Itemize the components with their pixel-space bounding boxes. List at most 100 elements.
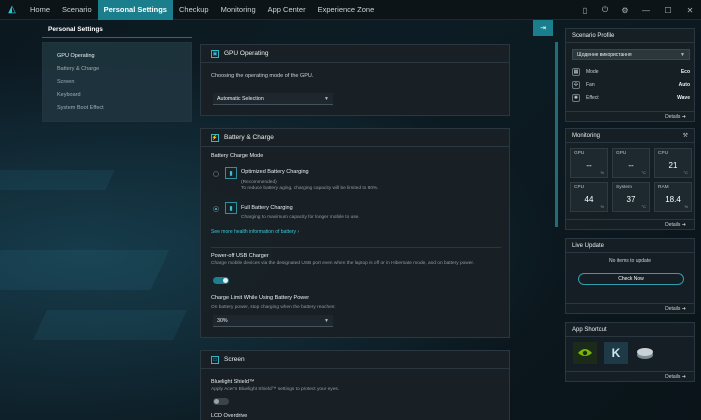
predator-logo-icon: ◭ xyxy=(8,4,16,15)
monitoring-details-link[interactable]: Details ➜ xyxy=(566,219,694,229)
tab-home[interactable]: Home xyxy=(24,0,56,20)
scenario-profile-panel: Scenario Profile Щоденне використання ▼ … xyxy=(565,28,695,122)
maximize-button[interactable]: ☐ xyxy=(657,0,679,20)
tab-experience-zone[interactable]: Experience Zone xyxy=(312,0,381,20)
tab-checkup[interactable]: Checkup xyxy=(173,0,215,20)
monitor-ram-usage: RAM 18.4 % xyxy=(654,182,692,212)
divider xyxy=(211,247,501,248)
gpu-icon: ▣ xyxy=(211,49,219,58)
optimized-charging-description: To reduce battery aging, charging capaci… xyxy=(241,186,379,191)
charge-limit-title: Charge Limit While Using Battery Power xyxy=(211,295,310,301)
poweroff-usb-description: Charge mobile devices via the designated… xyxy=(211,261,475,266)
arrow-right-icon: ➜ xyxy=(681,305,686,312)
monitoring-panel: Monitoring ⚒ GPU -- % GPU -- °C CPU 21 °… xyxy=(565,128,695,230)
check-now-button[interactable]: Check Now xyxy=(578,273,684,285)
lcd-overdrive-title: LCD Overdrive xyxy=(211,413,248,419)
tab-scenario[interactable]: Scenario xyxy=(56,0,98,20)
title-underline xyxy=(42,37,192,38)
sidebar-item-keyboard[interactable]: Keyboard xyxy=(43,88,191,101)
scenario-fan-row: ✣ Fan Auto xyxy=(572,79,690,91)
sidebar-item-battery-charge[interactable]: Battery & Charge xyxy=(43,62,191,75)
monitor-cell-value: 21 xyxy=(668,161,678,170)
bluelight-shield-title: Bluelight Shield™ xyxy=(211,379,255,385)
app-shortcut-panel: App Shortcut K Details ➜ xyxy=(565,322,695,382)
scenario-profile-select[interactable]: Щоденне використання ▼ xyxy=(572,49,690,60)
scenario-profile-details-link[interactable]: Details ➜ xyxy=(566,111,694,121)
charge-limit-dropdown[interactable]: 30% ▼ xyxy=(213,315,333,327)
gpu-card-header: ▣ GPU Operating xyxy=(201,45,509,63)
live-update-title: Live Update xyxy=(572,242,605,249)
minimize-button[interactable]: — xyxy=(635,0,657,20)
gpu-card-title: GPU Operating xyxy=(224,50,269,57)
gpu-description: Choosing the operating mode of the GPU. xyxy=(211,73,314,79)
optimized-charging-radio[interactable] xyxy=(213,171,219,177)
live-update-details-label: Details xyxy=(665,305,681,312)
scenario-profile-selected: Щоденне використання xyxy=(577,51,632,58)
monitor-cell-unit: °C xyxy=(683,170,689,175)
full-charging-description: Charging to maximum capacity for longer … xyxy=(241,215,360,220)
screen-card: ▭ Screen Bluelight Shield™ Apply Acer's … xyxy=(200,350,510,420)
scenario-effect-label: Effect xyxy=(586,95,599,101)
gpu-mode-value: Automatic Selection xyxy=(217,95,264,102)
poweroff-usb-toggle[interactable] xyxy=(213,277,229,284)
full-charging-title: Full Battery Charging xyxy=(241,205,293,211)
app-shortcut-details-link[interactable]: Details ➜ xyxy=(566,371,694,381)
monitor-cell-label: CPU xyxy=(658,151,669,156)
battery-health-link[interactable]: See more health information of battery › xyxy=(211,229,299,235)
close-button[interactable]: ✕ xyxy=(679,0,701,20)
monitor-cell-value: -- xyxy=(586,161,592,170)
page-title: Personal Settings xyxy=(48,26,103,33)
bluelight-shield-toggle[interactable] xyxy=(213,398,229,405)
live-update-panel: Live Update No items to update Check Now… xyxy=(565,238,695,314)
scenario-profile-header: Scenario Profile xyxy=(566,29,694,43)
monitor-cell-value: 37 xyxy=(626,195,636,204)
settings-content: ▣ GPU Operating Choosing the operating m… xyxy=(200,42,510,420)
killer-app-icon[interactable]: K xyxy=(604,342,628,364)
monitor-cpu-usage: CPU 44 % xyxy=(570,182,608,212)
app-shortcut-header: App Shortcut xyxy=(566,323,694,337)
monitor-cell-unit: % xyxy=(684,204,688,209)
monitor-cell-unit: °C xyxy=(641,170,647,175)
scenario-mode-value: Eco xyxy=(680,69,690,75)
battery-charge-icon: ⚡ xyxy=(211,133,219,142)
sidebar-item-screen[interactable]: Screen xyxy=(43,75,191,88)
scenario-profile-details-label: Details xyxy=(665,113,681,120)
monitoring-header: Monitoring ⚒ xyxy=(566,129,694,143)
screen-card-title: Screen xyxy=(224,356,245,363)
collapse-panel-button[interactable]: ⇥ xyxy=(533,20,553,36)
scenario-mode-label: Mode xyxy=(586,69,599,75)
scenario-effect-value: Wave xyxy=(677,95,690,101)
power-icon[interactable]: ⏻ xyxy=(595,0,615,20)
gpu-mode-dropdown[interactable]: Automatic Selection ▼ xyxy=(213,93,333,105)
app-shortcut-details-label: Details xyxy=(665,373,681,380)
tab-app-center[interactable]: App Center xyxy=(262,0,312,20)
nvidia-app-icon[interactable] xyxy=(573,342,597,364)
monitor-cell-label: System xyxy=(616,185,632,190)
tab-monitoring[interactable]: Monitoring xyxy=(215,0,262,20)
sidebar-item-gpu-operating[interactable]: GPU Operating xyxy=(43,49,191,62)
monitor-system-temp: System 37 °C xyxy=(612,182,650,212)
charge-limit-description: On battery power, stop charging when the… xyxy=(211,305,336,310)
monitor-cpu-temp: CPU 21 °C xyxy=(654,148,692,178)
scenario-fan-value: Auto xyxy=(678,82,690,88)
full-charging-radio[interactable] xyxy=(213,206,219,212)
wrench-icon[interactable]: ⚒ xyxy=(683,132,688,139)
mouse-icon[interactable]: ▯ xyxy=(575,0,595,20)
scenario-mode-row: ▦ Mode Eco xyxy=(572,66,690,78)
arrow-right-icon: ➜ xyxy=(681,221,686,228)
gear-icon[interactable]: ⚙ xyxy=(615,0,635,20)
screen-icon: ▭ xyxy=(211,355,219,364)
live-update-details-link[interactable]: Details ➜ xyxy=(566,303,694,313)
disk-app-icon[interactable] xyxy=(633,342,657,364)
sidebar-item-system-boot-effect[interactable]: System Boot Effect xyxy=(43,101,191,114)
bluelight-shield-description: Apply Acer's Bluelight Shield™ settings … xyxy=(211,387,340,392)
scenario-effect-row: ✺ Effect Wave xyxy=(572,92,690,104)
optimized-charging-title: Optimized Battery Charging xyxy=(241,169,309,175)
scenario-fan-label: Fan xyxy=(586,82,595,88)
tab-personal-settings[interactable]: Personal Settings xyxy=(97,0,173,20)
content-scrollbar[interactable] xyxy=(555,42,558,227)
battery-card-title: Battery & Charge xyxy=(224,134,274,141)
monitor-cell-unit: % xyxy=(600,204,604,209)
scenario-profile-title: Scenario Profile xyxy=(572,32,615,39)
monitor-gpu-temp: GPU -- °C xyxy=(612,148,650,178)
